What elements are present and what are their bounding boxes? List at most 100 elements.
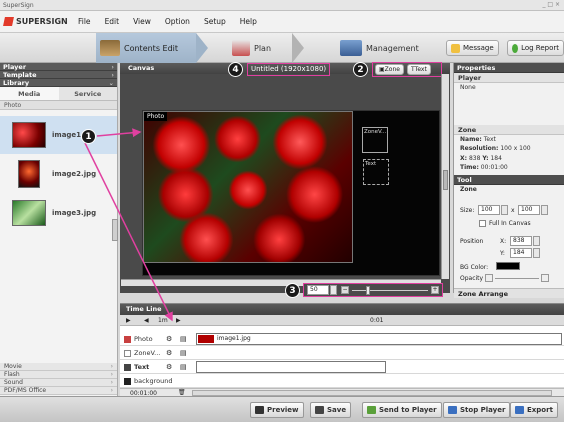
zoom-in-button[interactable]: + <box>431 286 439 294</box>
size-height-input[interactable]: 100 <box>518 205 540 215</box>
send-to-player-button[interactable]: Send to Player <box>362 402 442 418</box>
tab-plan[interactable]: Plan <box>232 33 271 63</box>
section-library-label: Library <box>3 79 30 87</box>
section-library[interactable]: Library ⌄ <box>0 79 117 87</box>
save-button[interactable]: Save <box>310 402 352 418</box>
track-settings-icon[interactable]: ⚙ <box>166 335 172 343</box>
stop-player-button[interactable]: Stop Player <box>443 402 511 418</box>
zoom-slider-thumb[interactable] <box>366 286 370 295</box>
category-sound[interactable]: Sound › <box>0 379 117 387</box>
logo-icon <box>3 17 14 26</box>
media-item-image3[interactable]: image3.jpg <box>0 194 117 232</box>
bottom-toolbar: Preview Save Send to Player Stop Player … <box>0 396 564 422</box>
opacity-decrease-button[interactable] <box>485 274 493 282</box>
track-lock-icon[interactable]: ▤ <box>180 335 187 343</box>
section-template[interactable]: Template › <box>0 71 117 79</box>
track-settings-icon[interactable]: ⚙ <box>166 363 172 371</box>
canvas-vscroll-thumb[interactable] <box>443 170 448 190</box>
category-pdf-office[interactable]: PDF/MS Office › <box>0 387 117 395</box>
size-height-spinner[interactable] <box>541 205 548 215</box>
app-logo: SUPERSIGN <box>3 17 78 26</box>
zoom-input[interactable]: 50 <box>307 285 329 295</box>
track-lock-icon[interactable]: ▤ <box>180 349 187 357</box>
zoom-out-button[interactable]: − <box>341 286 349 294</box>
tab-contents-edit[interactable]: Contents Edit <box>96 33 196 63</box>
save-icon <box>315 406 324 414</box>
window-controls[interactable]: _ □ × <box>542 1 560 8</box>
background-track-icon <box>124 377 131 385</box>
size-width-spinner[interactable] <box>501 205 508 215</box>
preview-button[interactable]: Preview <box>250 402 304 418</box>
message-button[interactable]: Message <box>446 40 499 56</box>
track-text-label: Text <box>134 363 150 371</box>
category-flash-label: Flash <box>4 371 20 378</box>
zone-video-box[interactable]: ZoneV... <box>362 127 388 153</box>
track-text[interactable]: Text ⚙ ▤ <box>120 360 564 374</box>
menu-view[interactable]: View <box>133 17 151 26</box>
panel-collapse-handle[interactable] <box>112 219 118 241</box>
zoom-slider-track[interactable] <box>352 290 428 291</box>
size-width-input[interactable]: 100 <box>478 205 500 215</box>
chevron-right-icon: › <box>111 71 114 79</box>
menu-file[interactable]: File <box>78 17 91 26</box>
timeline-header: Time Line <box>120 304 564 315</box>
section-player[interactable]: Player › <box>0 63 117 71</box>
position-y-input[interactable]: 184 <box>510 248 532 258</box>
export-button-label: Export <box>527 406 553 414</box>
menu-edit[interactable]: Edit <box>105 17 120 26</box>
full-canvas-checkbox[interactable] <box>479 220 486 227</box>
tab-service[interactable]: Service <box>59 87 118 100</box>
photo-clip[interactable]: image1.jpg <box>196 333 562 345</box>
zone-video-label: ZoneV... <box>364 129 387 135</box>
zone-arrange-section[interactable]: Zone Arrange <box>454 288 564 298</box>
category-movie[interactable]: Movie › <box>0 363 117 371</box>
text-zone-box[interactable]: Text <box>363 159 389 185</box>
player-list-area <box>454 93 564 125</box>
category-photo[interactable]: Photo <box>0 101 117 110</box>
add-zone-button[interactable]: ▣ Zone <box>375 64 404 75</box>
menu-option[interactable]: Option <box>165 17 190 26</box>
timeline-next-icon[interactable]: ▶ <box>176 317 181 324</box>
zone-section[interactable]: Zone <box>454 124 564 135</box>
text-track-icon <box>124 363 131 371</box>
zoom-spinner[interactable] <box>330 285 337 295</box>
timeline-prev-icon[interactable]: ◀ <box>144 317 149 324</box>
opacity-slider[interactable] <box>495 278 539 279</box>
chevron-right-icon: › <box>111 63 114 71</box>
log-report-button[interactable]: Log Report <box>507 40 564 56</box>
track-photo[interactable]: Photo ⚙ ▤ image1.jpg <box>120 332 564 346</box>
track-zone-video[interactable]: ZoneV... ⚙ ▤ <box>120 346 564 360</box>
tab-management[interactable]: Management <box>340 33 419 63</box>
position-y-spinner[interactable] <box>533 248 540 258</box>
mode-tab-bar: Contents Edit Plan Management Message Lo… <box>0 33 564 63</box>
bg-color-swatch[interactable] <box>496 262 520 270</box>
timeline-scale[interactable]: 1m <box>158 317 168 324</box>
player-section[interactable]: Player <box>454 73 564 83</box>
tab-media[interactable]: Media <box>0 87 59 100</box>
track-settings-icon[interactable]: ⚙ <box>166 349 172 357</box>
export-button[interactable]: Export <box>510 402 558 418</box>
save-button-label: Save <box>327 406 347 414</box>
media-item-image1[interactable]: image1 <box>0 116 117 154</box>
chevron-right-icon: › <box>110 379 113 386</box>
add-text-button[interactable]: T Text <box>407 64 431 75</box>
opacity-increase-button[interactable] <box>541 274 549 282</box>
trash-icon[interactable]: 🗑 <box>178 389 186 396</box>
library-subtabs: Media Service <box>0 87 117 101</box>
menu-help[interactable]: Help <box>240 17 257 26</box>
menu-setup[interactable]: Setup <box>204 17 226 26</box>
tab-plan-label: Plan <box>254 43 272 53</box>
media-item-image2[interactable]: image2.jpg <box>0 155 117 193</box>
track-background[interactable]: background <box>120 374 564 388</box>
category-flash[interactable]: Flash › <box>0 371 117 379</box>
media-item-label: image1 <box>52 131 82 139</box>
position-x-input[interactable]: 838 <box>510 236 532 246</box>
track-lock-icon[interactable]: ▤ <box>180 363 187 371</box>
canvas-stage[interactable]: Photo ZoneV... Text <box>142 110 440 276</box>
timeline-play-icon[interactable]: ▶ <box>126 317 131 324</box>
text-clip[interactable] <box>196 361 386 373</box>
position-x-spinner[interactable] <box>533 236 540 246</box>
photo-zone-label: Photo <box>144 112 168 121</box>
zone-resolution-label: Resolution: <box>460 145 499 152</box>
photo-zone[interactable]: Photo <box>143 111 353 263</box>
